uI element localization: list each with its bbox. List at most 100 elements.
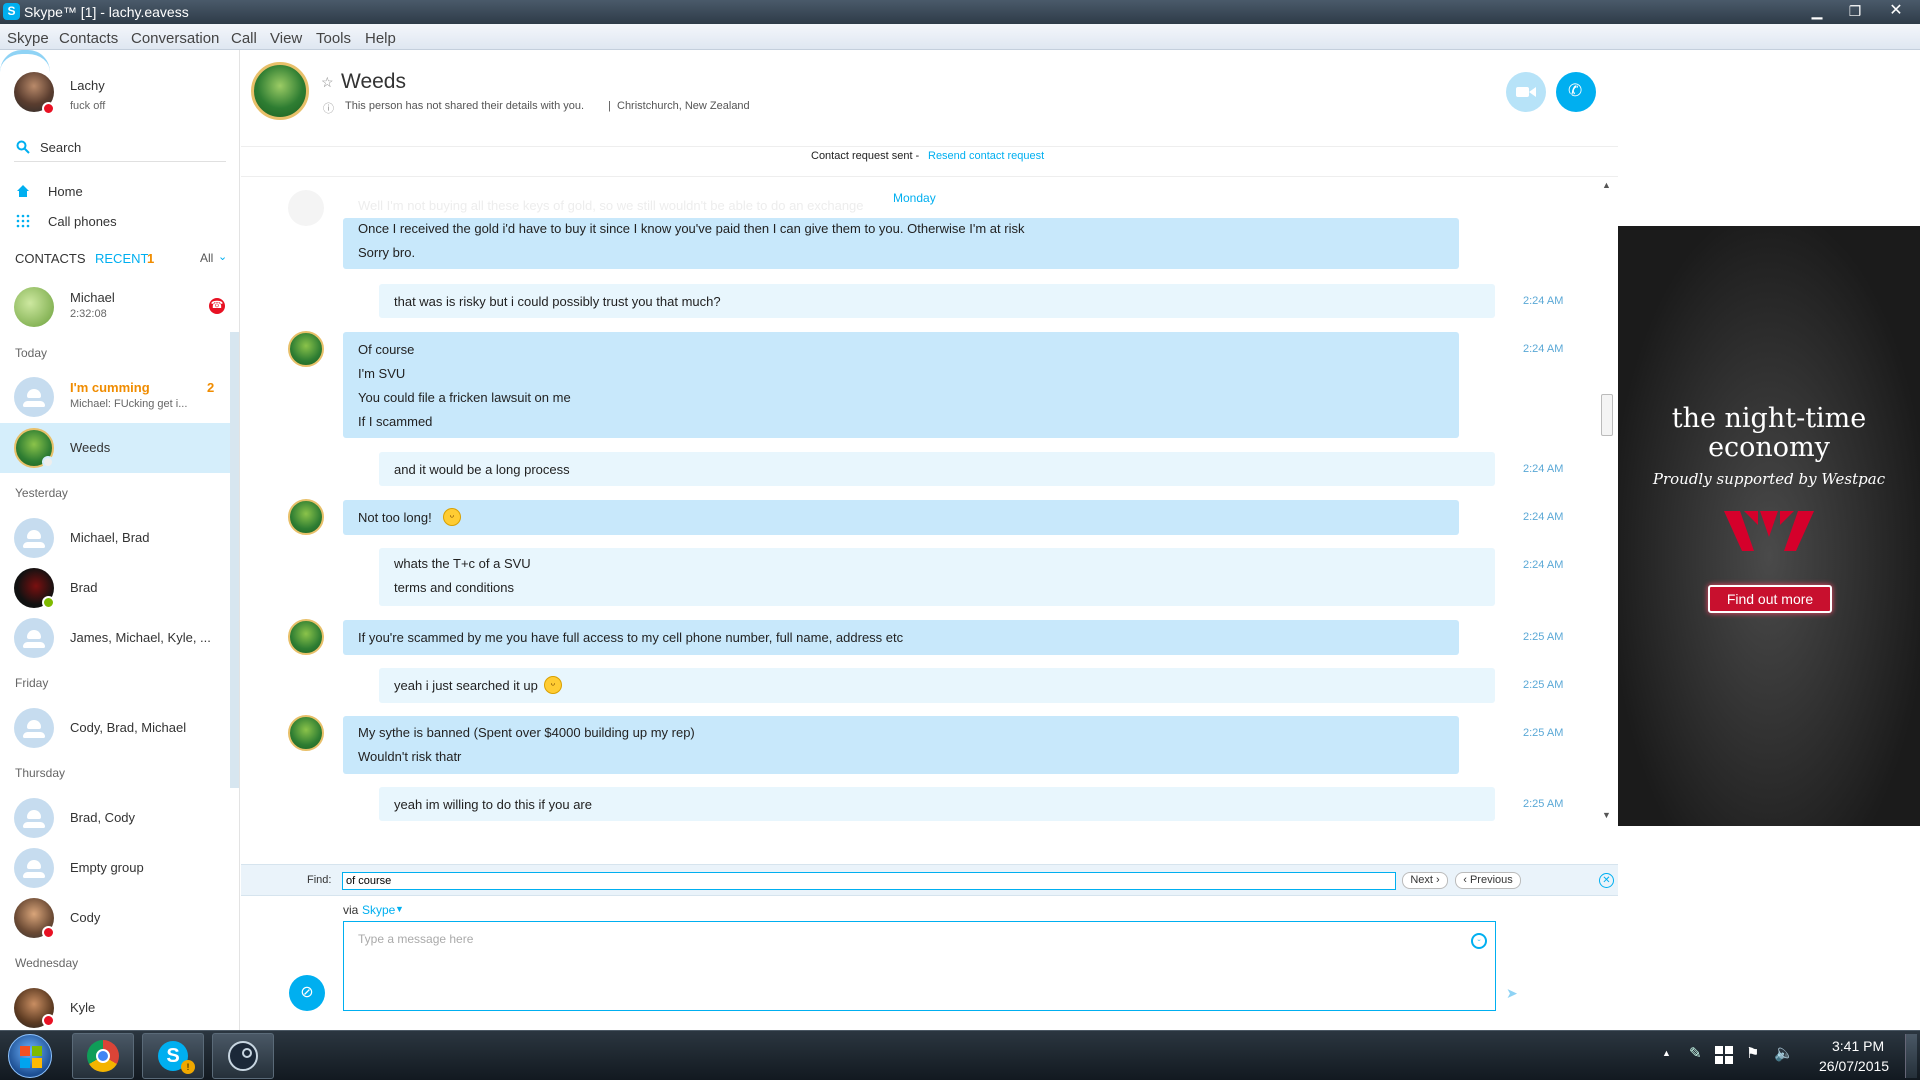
profile-mood[interactable]: fuck off	[70, 100, 105, 112]
clock-time[interactable]: 3:41 PM	[1832, 1038, 1884, 1054]
recent-item-cody-brad-michael[interactable]: Cody, Brad, Michael	[0, 703, 230, 753]
skype-logo-icon: S	[3, 3, 20, 20]
message-placeholder: Type a message here	[358, 932, 474, 946]
recent-item-cody[interactable]: Cody	[0, 893, 230, 943]
contact-name: Brad, Cody	[70, 810, 136, 825]
menu-contacts[interactable]: Contacts	[59, 30, 118, 47]
recent-item-im-cumming[interactable]: I'm cumming Michael: FUcking get i... 2	[0, 372, 230, 422]
recent-count-badge: 1	[147, 251, 155, 266]
emoticon-icon[interactable]: ᵕ	[1471, 933, 1487, 949]
video-call-button[interactable]	[1506, 72, 1546, 112]
ad-headline-line2: economy	[1708, 432, 1830, 463]
westpac-logo-icon	[1724, 511, 1814, 551]
find-input[interactable]	[342, 872, 1396, 890]
group-avatar-icon	[14, 848, 54, 888]
recent-item-weeds[interactable]: Weeds	[0, 423, 230, 473]
last-message-preview: Michael: FUcking get i...	[70, 398, 188, 410]
recent-item-brad-cody[interactable]: Brad, Cody	[0, 793, 230, 843]
minimize-button[interactable]: ▁	[1800, 0, 1834, 22]
recent-item-empty-group[interactable]: Empty group	[0, 843, 230, 893]
status-pending-icon	[42, 456, 54, 468]
search-field[interactable]: Search	[14, 136, 226, 162]
day-header-thursday: Thursday	[15, 766, 66, 780]
profile-details-notice: This person has not shared their details…	[345, 100, 585, 112]
message-scrollbar[interactable]: ▲ ▼	[1598, 180, 1616, 824]
via-skype-dropdown[interactable]: Skype	[362, 903, 395, 917]
caret-down-icon[interactable]: ▼	[395, 904, 404, 914]
show-desktop-button[interactable]	[1905, 1034, 1917, 1078]
scroll-up-icon[interactable]: ▲	[1602, 180, 1611, 190]
close-find-icon[interactable]: ✕	[1599, 873, 1614, 888]
scroll-down-icon[interactable]: ▼	[1602, 810, 1611, 820]
info-icon[interactable]: ⓘ	[323, 100, 334, 116]
conversation-avatar[interactable]	[251, 62, 309, 120]
conversation-title: Weeds	[341, 70, 406, 93]
message-input[interactable]: Type a message here ᵕ	[343, 921, 1496, 1011]
search-icon	[16, 140, 30, 154]
status-busy-icon	[42, 926, 55, 939]
find-previous-button[interactable]: ‹ Previous	[1455, 872, 1521, 889]
day-header-friday: Friday	[15, 676, 49, 690]
menu-skype[interactable]: Skype	[7, 30, 49, 47]
audio-call-button[interactable]: ✆	[1556, 72, 1596, 112]
windows-logo-icon	[20, 1046, 42, 1068]
maximize-button[interactable]: ❐	[1838, 0, 1872, 22]
taskbar: S ! ▲ ✎ ⚑ 🔈 3:41 PM 26/07/2015	[0, 1030, 1920, 1080]
favorite-star-icon[interactable]: ☆	[321, 74, 334, 91]
via-label: via	[343, 903, 359, 917]
attach-file-button[interactable]: ⊘	[289, 975, 325, 1011]
find-out-more-button[interactable]: Find out more	[1708, 585, 1832, 613]
tab-recent[interactable]: RECENT	[95, 251, 148, 266]
taskbar-chrome[interactable]	[72, 1033, 134, 1079]
scrollbar-thumb[interactable]	[1601, 394, 1613, 436]
clock-date[interactable]: 26/07/2015	[1819, 1058, 1889, 1074]
taskbar-skype[interactable]: S !	[142, 1033, 204, 1079]
faded-message-line: Well I'm not buying all these keys of go…	[358, 198, 864, 213]
profile-name[interactable]: Lachy	[70, 78, 105, 93]
chrome-icon	[87, 1040, 119, 1072]
contact-name: Weeds	[70, 440, 111, 455]
menu-tools[interactable]: Tools	[316, 30, 351, 47]
show-hidden-icons-icon[interactable]: ▲	[1662, 1048, 1671, 1058]
filter-all-dropdown[interactable]: All	[200, 251, 213, 265]
group-avatar-icon	[14, 798, 54, 838]
nav-call-phones-label: Call phones	[48, 214, 117, 229]
advertisement-panel[interactable]: the night-time economy Proudly supported…	[1618, 226, 1920, 826]
tray-windows-icon[interactable]	[1715, 1046, 1733, 1064]
tray-network-icon[interactable]: ⚑	[1746, 1044, 1759, 1062]
menu-help[interactable]: Help	[365, 30, 396, 47]
contact-name: Michael, Brad	[70, 530, 150, 545]
window-title: Skype™ [1] - lachy.eavess	[24, 4, 189, 20]
start-button[interactable]	[8, 1034, 52, 1078]
tray-pen-icon[interactable]: ✎	[1689, 1044, 1702, 1062]
recent-item-brad[interactable]: Brad	[0, 563, 230, 613]
nav-call-phones[interactable]: Call phones	[14, 210, 226, 234]
home-icon	[17, 185, 29, 197]
steam-icon	[228, 1041, 258, 1071]
tray-volume-icon[interactable]: 🔈	[1774, 1043, 1794, 1063]
resend-contact-request-link[interactable]: Resend contact request	[928, 150, 1044, 162]
nav-home-label: Home	[48, 184, 83, 199]
menu-conversation[interactable]: Conversation	[131, 30, 219, 47]
end-call-icon[interactable]: ☎	[209, 298, 225, 314]
tab-contacts[interactable]: CONTACTS	[15, 251, 86, 266]
contact-request-status: Contact request sent -	[811, 150, 920, 162]
chevron-down-icon[interactable]: ⌄	[218, 250, 227, 263]
day-separator: Monday	[893, 191, 936, 205]
taskbar-steam[interactable]	[212, 1033, 274, 1079]
phone-icon: ✆	[1568, 81, 1583, 100]
send-arrow-icon[interactable]: ➤	[1506, 985, 1518, 1002]
group-avatar-icon	[14, 377, 54, 417]
nav-home[interactable]: Home	[14, 180, 226, 204]
recent-item-michael[interactable]: Michael 2:32:08 ☎	[0, 280, 230, 330]
close-window-button[interactable]: ✕	[1876, 0, 1916, 22]
menu-view[interactable]: View	[270, 30, 302, 47]
recent-item-kyle[interactable]: Kyle	[0, 983, 230, 1029]
recent-item-michael-brad[interactable]: Michael, Brad	[0, 513, 230, 563]
menu-call[interactable]: Call	[231, 30, 257, 47]
find-next-button[interactable]: Next ›	[1402, 872, 1448, 889]
recent-item-james-group[interactable]: James, Michael, Kyle, ...	[0, 613, 230, 663]
contact-name: Brad	[70, 580, 98, 595]
sidebar-scrollbar[interactable]	[230, 332, 239, 788]
find-next-label: Next	[1410, 874, 1433, 886]
